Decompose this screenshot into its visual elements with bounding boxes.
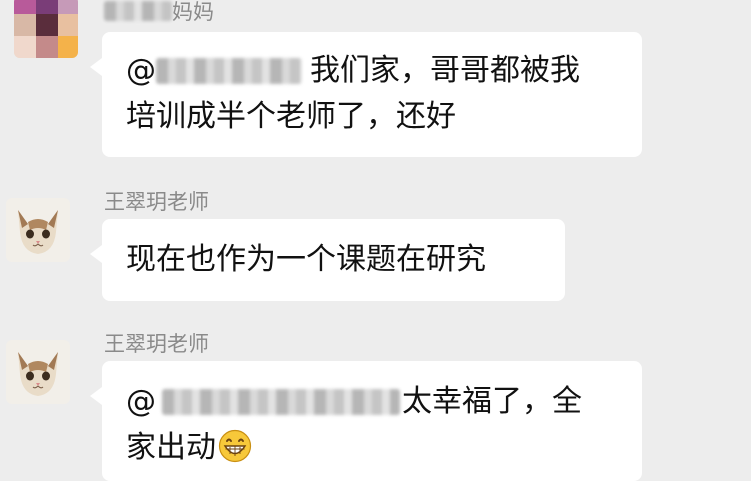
avatar[interactable] xyxy=(6,198,70,262)
cat-avatar-icon xyxy=(6,198,70,262)
mention-at-sign: @ xyxy=(126,384,156,419)
blurred-mention xyxy=(162,389,400,415)
avatar[interactable] xyxy=(6,340,70,404)
mention-at-sign: @ xyxy=(126,53,156,88)
message-bubble[interactable]: @ 太幸福了，全 家出动 xyxy=(90,361,642,481)
message-line: 家出动 xyxy=(126,425,618,471)
sender-name: 王翠玥老师 xyxy=(104,190,209,214)
chat-history: 妈妈 @ 我们家，哥哥都被我 培训成半个老师了，还好 王翠玥老师 现在也作为一个… xyxy=(0,0,751,481)
message-bubble[interactable]: @ 我们家，哥哥都被我 培训成半个老师了，还好 xyxy=(90,32,642,157)
message-text: 培训成半个老师了，还好 xyxy=(126,99,456,134)
sender-name: 妈妈 xyxy=(104,0,214,26)
pixelated-avatar-icon xyxy=(14,0,78,58)
message-text: 现在也作为一个课题在研究 xyxy=(126,242,486,277)
message-line: @ 太幸福了，全 xyxy=(126,379,618,425)
blurred-sender-prefix xyxy=(104,1,172,21)
sender-name: 王翠玥老师 xyxy=(104,332,209,356)
message-text: 家出动 xyxy=(126,430,216,465)
cat-avatar-icon xyxy=(6,340,70,404)
message-text: 太幸福了，全 xyxy=(402,384,582,419)
message-bubble[interactable]: 现在也作为一个课题在研究 xyxy=(90,219,565,301)
message-text: 我们家，哥哥都被我 xyxy=(310,53,580,88)
blurred-mention xyxy=(156,58,302,84)
avatar[interactable] xyxy=(14,0,78,58)
message-line: @ 我们家，哥哥都被我 xyxy=(126,48,618,94)
grinning-face-emoji-icon xyxy=(218,429,252,463)
